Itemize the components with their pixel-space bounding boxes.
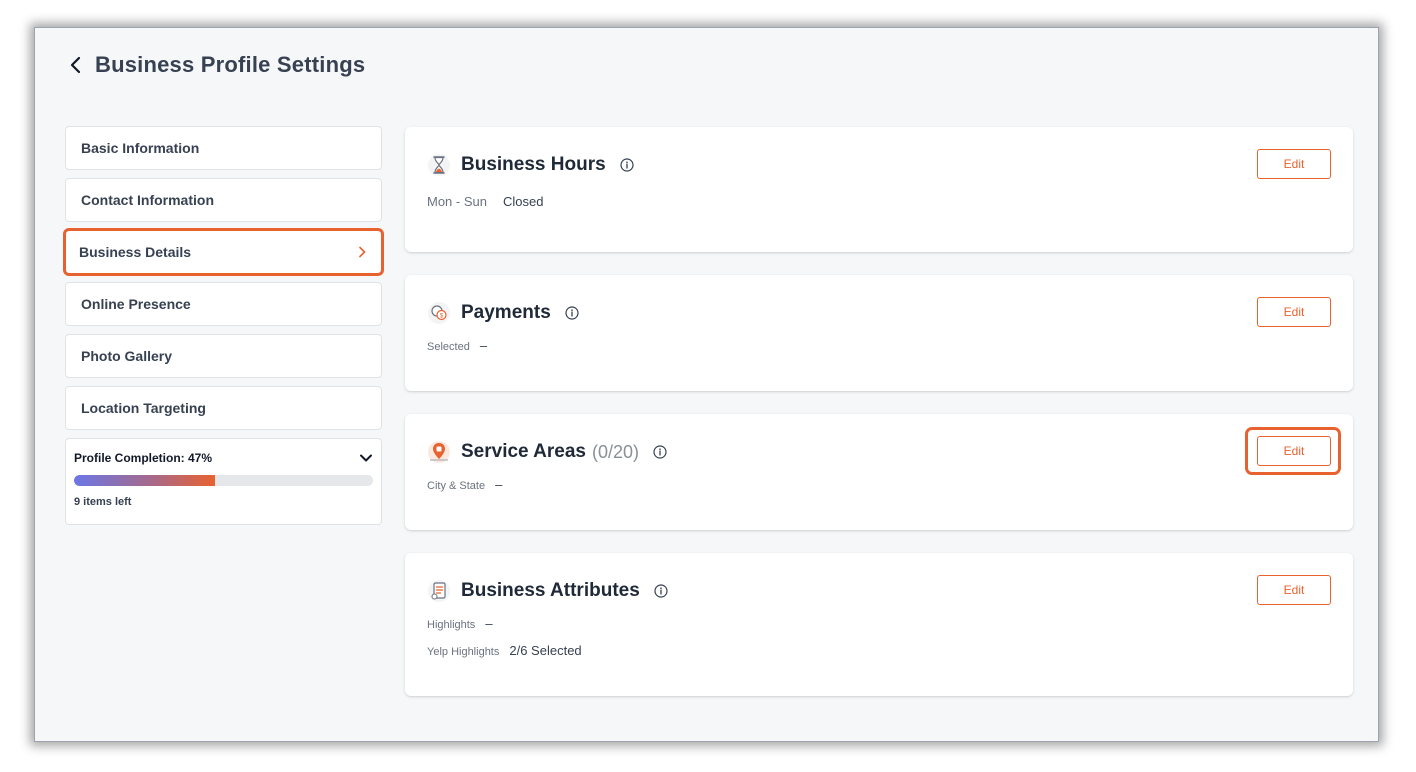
sidebar-item-photo-gallery[interactable]: Photo Gallery xyxy=(65,334,382,378)
progress-fill xyxy=(74,475,215,486)
sidebar-item-label: Business Details xyxy=(79,244,192,260)
main-content: Business Hours Edit Mon - Sun Closed $ P… xyxy=(405,127,1353,719)
items-left-text: 9 items left xyxy=(74,496,132,508)
chevron-right-icon xyxy=(359,246,366,258)
edit-service-areas-button[interactable]: Edit xyxy=(1257,436,1331,466)
business-hours-card: Business Hours Edit Mon - Sun Closed xyxy=(405,127,1353,252)
yelp-highlights-label: Yelp Highlights xyxy=(427,646,500,658)
card-title: Business Hours xyxy=(461,154,606,175)
info-icon[interactable] xyxy=(653,445,667,459)
profile-completion-label: Profile Completion: 47% xyxy=(74,451,213,465)
sidebar-item-basic-information[interactable]: Basic Information xyxy=(65,126,382,170)
location-pin-icon xyxy=(428,441,450,463)
checklist-icon xyxy=(428,580,450,602)
page-header: Business Profile Settings xyxy=(67,52,365,78)
service-areas-card: Service Areas (0/20) Edit City & State – xyxy=(405,414,1353,530)
info-icon[interactable] xyxy=(565,306,579,320)
payments-icon: $ xyxy=(428,302,450,324)
settings-sidebar: Basic Information Contact Information Bu… xyxy=(63,126,384,525)
profile-completion-progress xyxy=(74,475,373,486)
edit-payments-button[interactable]: Edit xyxy=(1257,297,1331,327)
sidebar-item-label: Contact Information xyxy=(81,192,214,208)
city-state-value: – xyxy=(495,477,503,492)
sidebar-item-label: Online Presence xyxy=(81,296,191,312)
hourglass-icon xyxy=(428,154,450,176)
sidebar-item-location-targeting[interactable]: Location Targeting xyxy=(65,386,382,430)
back-arrow-icon[interactable] xyxy=(67,56,85,74)
highlights-value: – xyxy=(485,616,493,631)
edit-attributes-button[interactable]: Edit xyxy=(1257,575,1331,605)
sidebar-item-label: Basic Information xyxy=(81,140,200,156)
card-title: Service Areas xyxy=(461,441,587,462)
service-areas-count: (0/20) xyxy=(592,441,640,462)
chevron-down-icon[interactable] xyxy=(359,451,373,465)
page-title: Business Profile Settings xyxy=(95,52,366,77)
selected-value: – xyxy=(479,338,488,353)
highlights-label: Highlights xyxy=(427,619,476,631)
city-state-label: City & State xyxy=(427,480,486,492)
payments-card: $ Payments Edit Selected – xyxy=(405,275,1353,391)
info-icon[interactable] xyxy=(654,584,668,598)
profile-completion-panel: Profile Completion: 47% 9 items left xyxy=(65,438,382,525)
info-icon[interactable] xyxy=(620,158,634,172)
card-title: Payments xyxy=(461,302,551,323)
edit-hours-button[interactable]: Edit xyxy=(1257,149,1331,179)
yelp-highlights-value: 2/6 Selected xyxy=(509,643,582,658)
app-frame: Business Profile Settings Basic Informat… xyxy=(35,28,1378,741)
business-attributes-card: Business Attributes Edit Highlights – Ye… xyxy=(405,553,1353,696)
selected-label: Selected xyxy=(427,341,470,353)
sidebar-item-online-presence[interactable]: Online Presence xyxy=(65,282,382,326)
sidebar-item-business-details[interactable]: Business Details xyxy=(63,228,384,276)
sidebar-item-label: Photo Gallery xyxy=(81,348,173,364)
sidebar-item-label: Location Targeting xyxy=(81,400,206,416)
hours-status: Closed xyxy=(502,194,544,209)
days-label: Mon - Sun xyxy=(427,194,487,209)
sidebar-item-contact-information[interactable]: Contact Information xyxy=(65,178,382,222)
card-title: Business Attributes xyxy=(461,580,640,601)
